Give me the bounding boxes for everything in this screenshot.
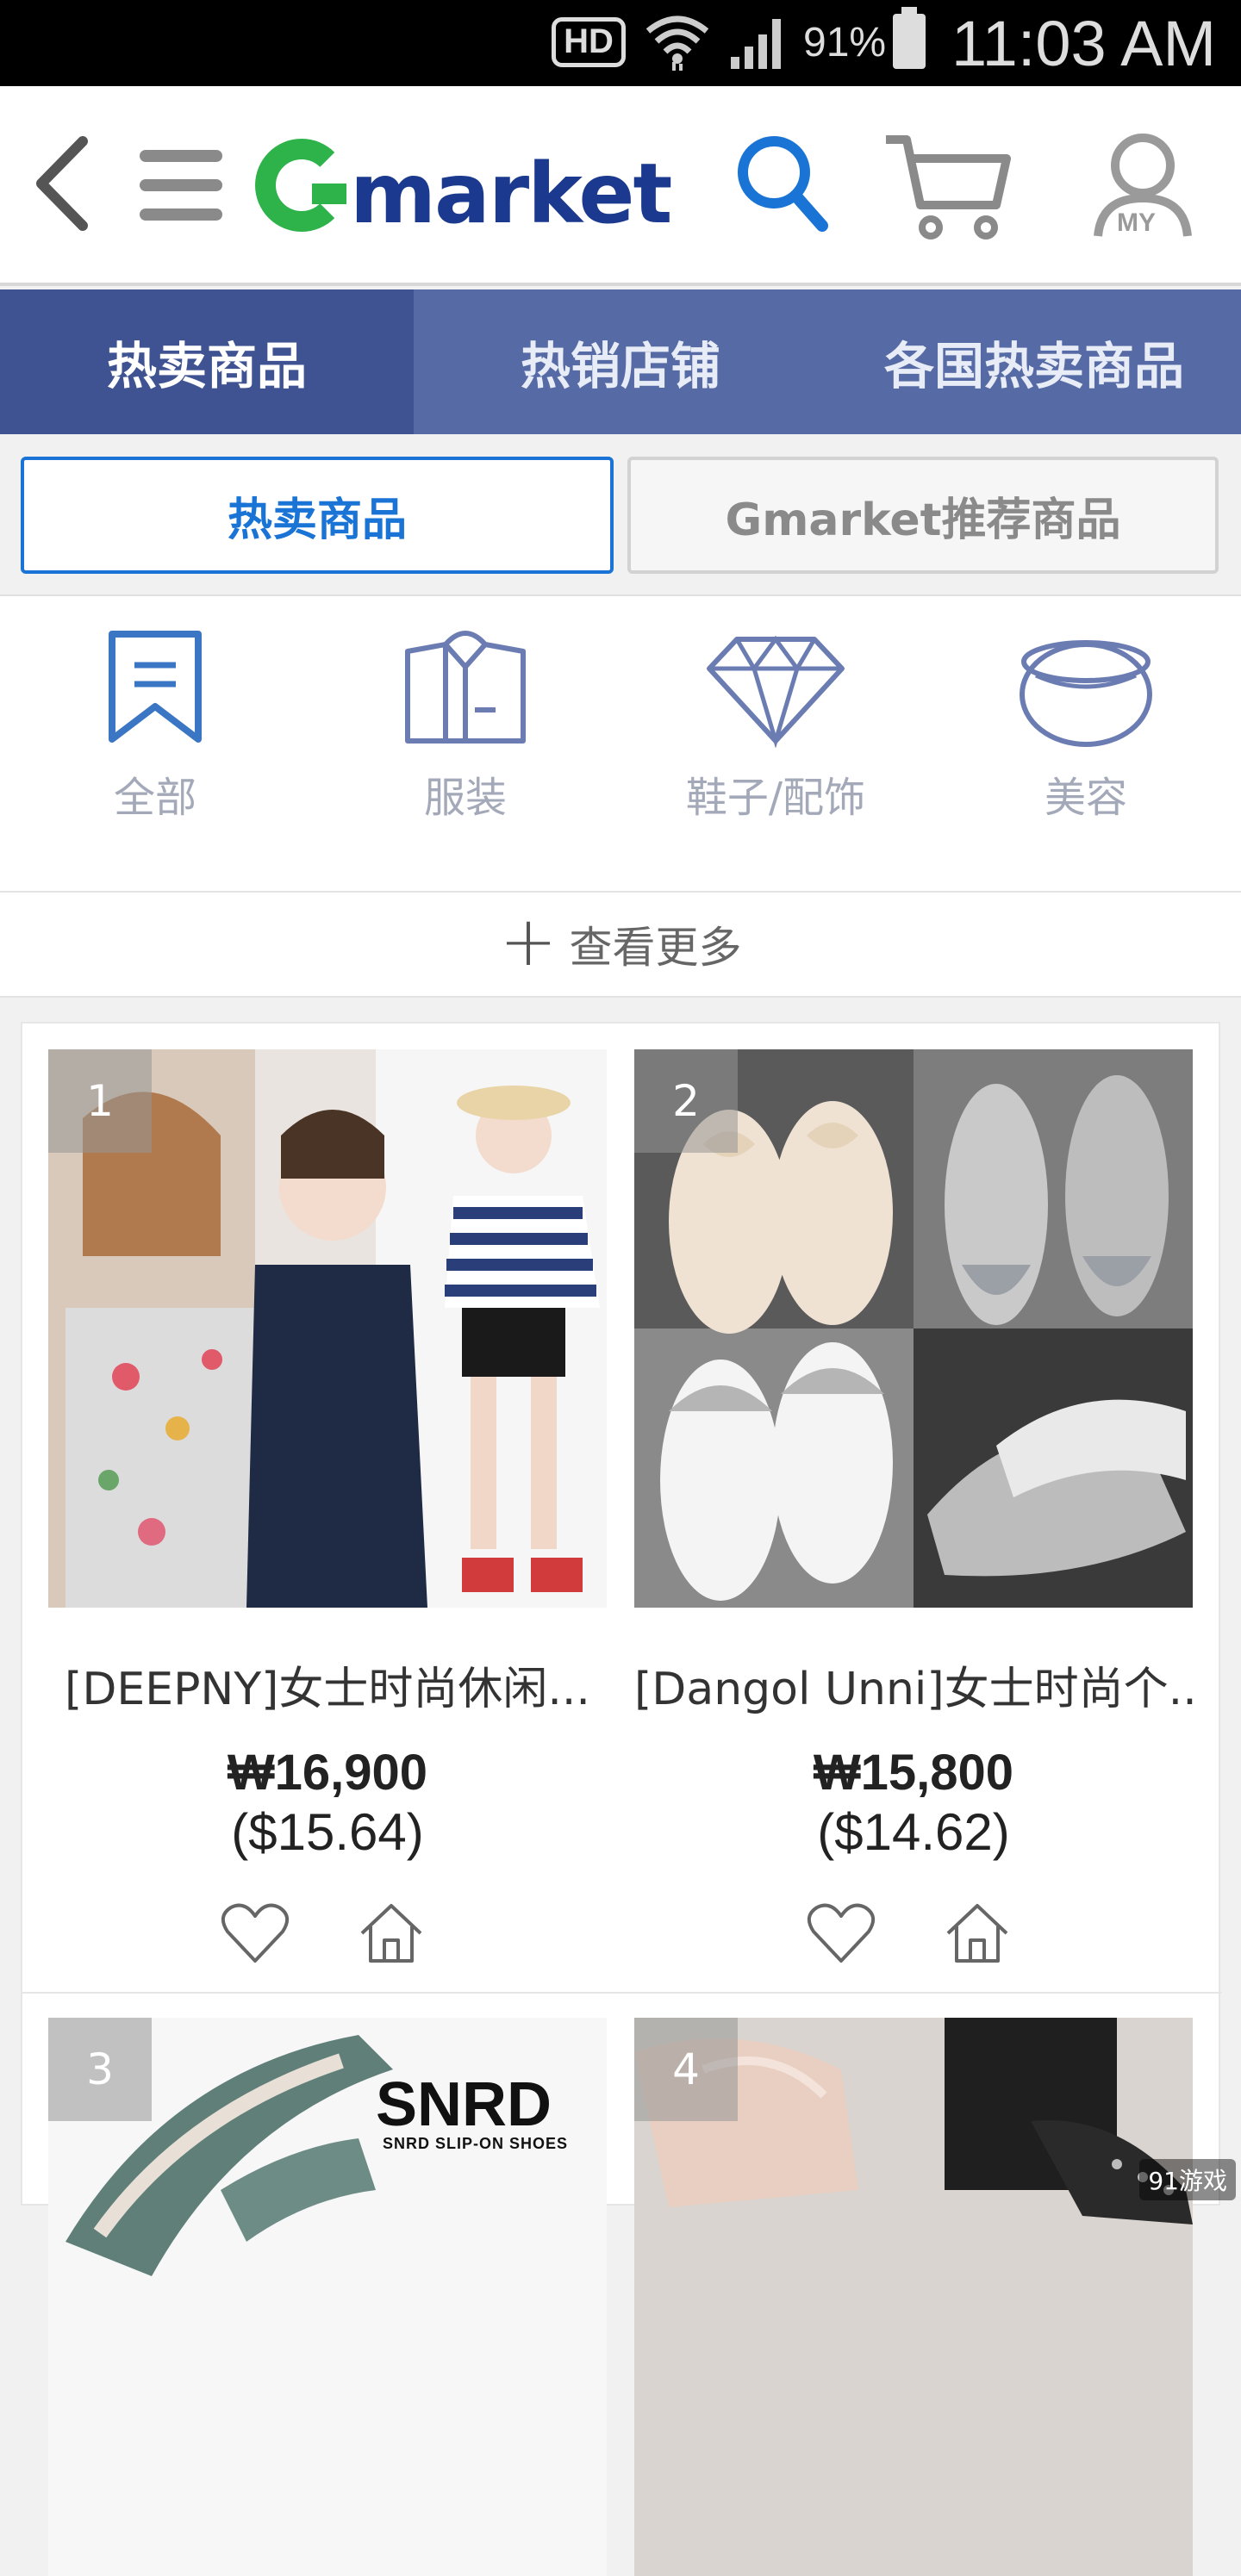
hd-indicator: HD — [552, 17, 626, 67]
category-all[interactable]: 全部 — [26, 627, 284, 824]
product-image[interactable]: 1 — [48, 1049, 607, 1608]
watermark: 91游戏 — [1139, 2159, 1236, 2200]
gmarket-logo[interactable]: market — [255, 129, 672, 242]
heart-icon[interactable] — [807, 1902, 876, 1964]
diamond-icon — [707, 635, 845, 748]
category-label: 鞋子/配饰 — [685, 774, 866, 822]
category-bar: 全部 服装 鞋子/配饰 美容 — [0, 594, 1241, 891]
main-tabs: 热卖商品 热销店铺 各国热卖商品 — [0, 289, 1241, 434]
product-price-usd: ($15.64) — [231, 1803, 424, 1861]
rank-badge: 3 — [48, 2018, 152, 2121]
clock: 11:03 AM — [951, 8, 1217, 79]
product-price: ₩15,800 — [813, 1745, 1014, 1801]
compact-icon — [1020, 640, 1152, 747]
product-grid: 1 [DEEPNY]女士时尚休闲... ₩16,900 ($15.64) 2 [… — [21, 1022, 1222, 2576]
subtab-recommended[interactable]: Gmarket推荐商品 — [627, 457, 1219, 574]
sub-tabs: 热卖商品 Gmarket推荐商品 — [0, 434, 1241, 594]
view-more-button[interactable]: + 查看更多 — [0, 891, 1241, 998]
bookmark-icon — [109, 631, 202, 743]
cart-icon[interactable] — [882, 131, 1012, 243]
menu-icon[interactable] — [138, 146, 224, 224]
product-name[interactable]: [DEEPNY]女士时尚休闲... — [48, 1652, 607, 1717]
tab-hot-stores[interactable]: 热销店铺 — [414, 289, 827, 434]
shirt-icon — [405, 631, 526, 744]
rank-badge: 4 — [634, 2018, 738, 2121]
signal-icon — [731, 19, 781, 69]
category-label: 服装 — [423, 774, 507, 822]
rank-badge: 1 — [48, 1049, 152, 1153]
back-icon[interactable] — [31, 136, 91, 231]
search-icon[interactable] — [734, 133, 829, 236]
tab-hot-products[interactable]: 热卖商品 — [0, 289, 414, 434]
product-price-usd: ($14.62) — [817, 1803, 1010, 1861]
my-account-icon[interactable]: MY — [1091, 129, 1194, 241]
product-image[interactable]: 3 SNRD SNRD SLIP-ON SHOES — [48, 2018, 607, 2576]
my-label: MY — [1117, 208, 1156, 237]
row-divider — [22, 1992, 1222, 1994]
plus-icon: + — [499, 901, 558, 981]
battery-percent: 91% — [803, 20, 887, 65]
category-clothing[interactable]: 服装 — [336, 627, 595, 824]
store-home-icon[interactable] — [943, 1902, 1012, 1964]
tab-global-hot-products[interactable]: 各国热卖商品 — [827, 289, 1241, 434]
wifi-icon — [645, 16, 709, 71]
heart-icon[interactable] — [221, 1902, 290, 1964]
product-image[interactable]: 4 — [634, 2018, 1193, 2576]
product-image[interactable]: 2 — [634, 1049, 1193, 1608]
app-header: market MY — [0, 86, 1241, 286]
product-name[interactable]: [Dangol Unni]女士时尚个... — [634, 1652, 1193, 1717]
subtab-hot-products[interactable]: 热卖商品 — [21, 457, 614, 574]
battery-icon — [893, 7, 926, 69]
product-price: ₩16,900 — [227, 1745, 428, 1801]
status-bar: HD 91% 11:03 AM — [0, 0, 1241, 86]
store-home-icon[interactable] — [357, 1902, 426, 1964]
logo-g-mark — [255, 139, 348, 232]
brand-subtext: SNRD SLIP-ON SHOES — [383, 2135, 569, 2152]
rank-badge: 2 — [634, 1049, 738, 1153]
view-more-label: 查看更多 — [569, 923, 742, 973]
category-label: 美容 — [1044, 774, 1127, 822]
category-label: 全部 — [113, 774, 196, 822]
category-beauty[interactable]: 美容 — [957, 627, 1215, 824]
category-shoes-accessories[interactable]: 鞋子/配饰 — [646, 627, 905, 824]
logo-text: market — [350, 146, 672, 242]
brand-text: SNRD — [376, 2070, 552, 2139]
